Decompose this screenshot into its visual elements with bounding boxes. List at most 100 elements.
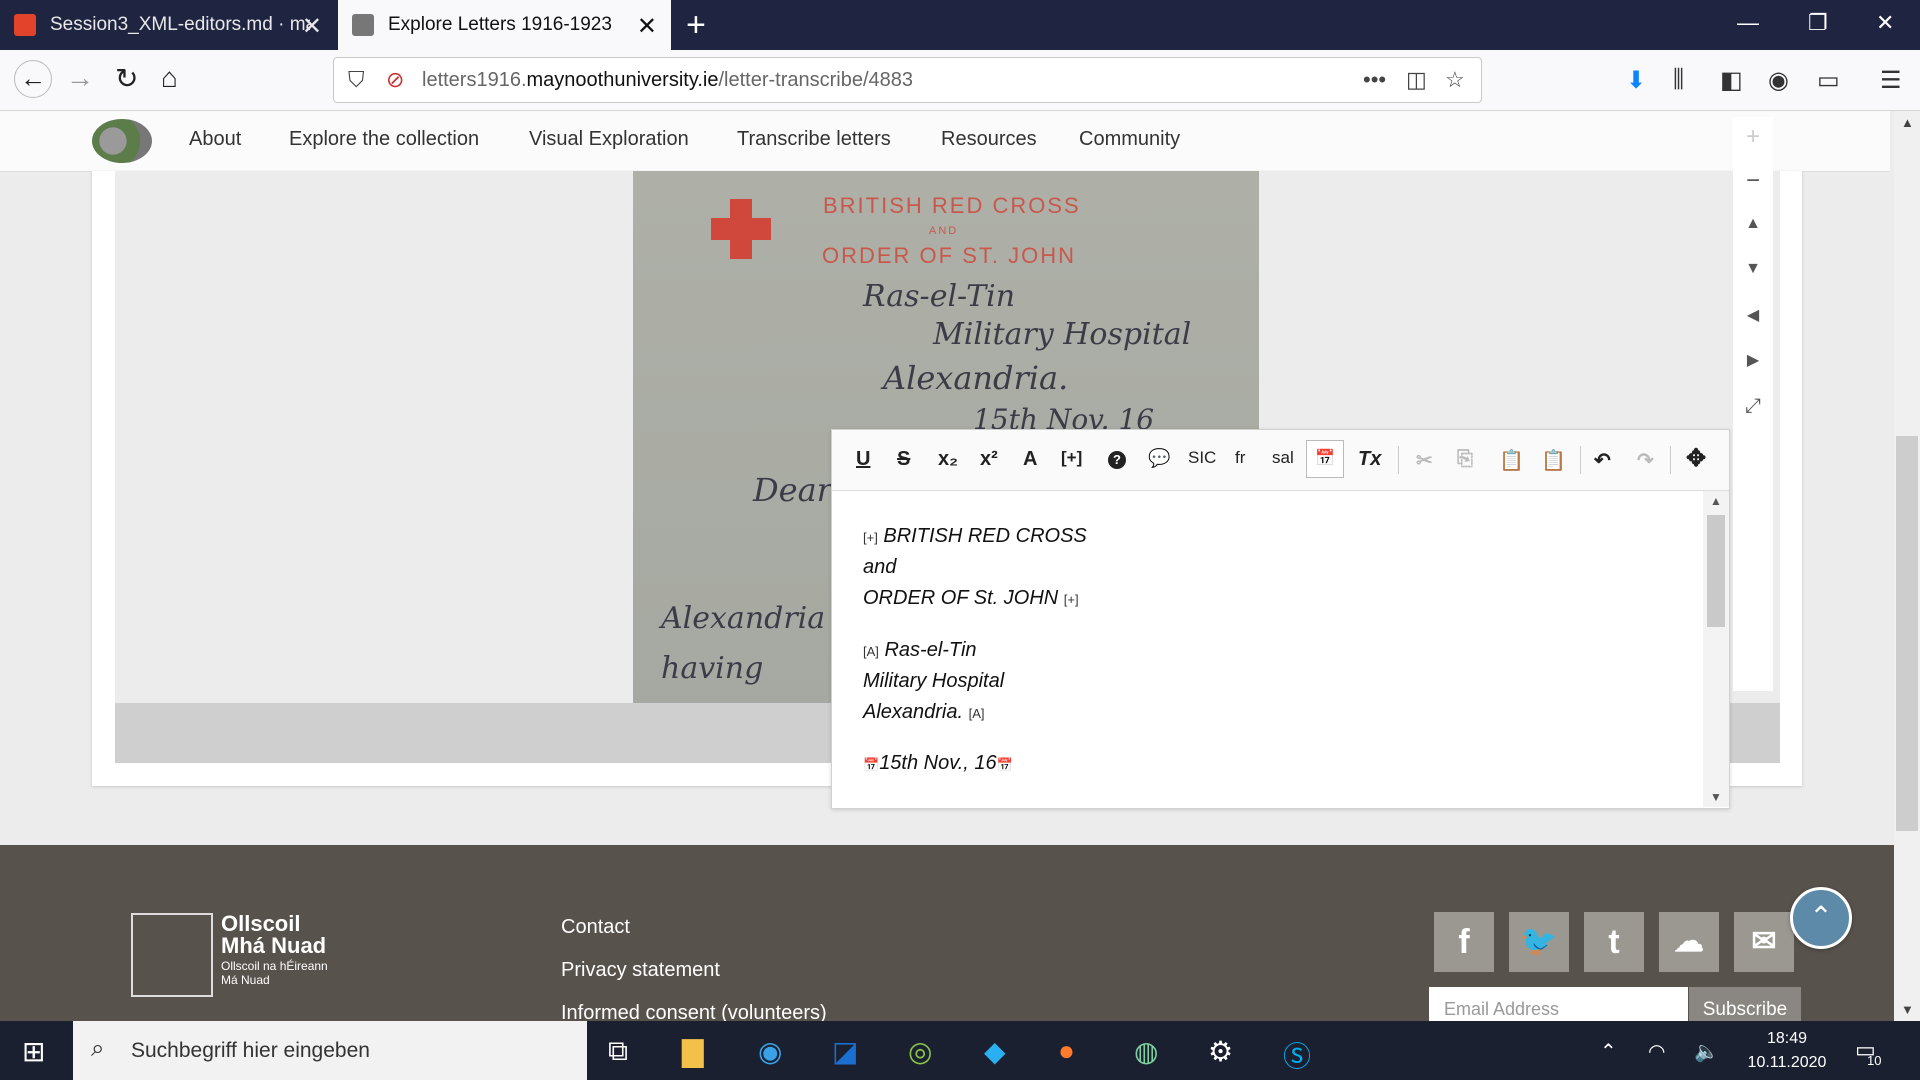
strikethrough-button[interactable]: S <box>897 448 910 471</box>
zoom-in-icon[interactable]: + <box>1742 123 1764 150</box>
redo-button[interactable]: ↷ <box>1637 448 1654 473</box>
paste-button[interactable]: 📋 <box>1499 448 1524 473</box>
footer-link-contact[interactable]: Contact <box>561 916 630 939</box>
menu-about[interactable]: About <box>189 128 241 151</box>
superscript-button[interactable]: x² <box>980 448 998 471</box>
unclear-button[interactable]: ? <box>1108 451 1126 469</box>
handwriting-line: having <box>661 651 764 686</box>
handwriting-line: Alexandria <box>661 601 826 636</box>
shield-icon[interactable]: ⛉ <box>348 67 365 93</box>
move-toolbar-icon[interactable]: ✥ <box>1686 444 1706 473</box>
copy-button[interactable]: ⎘ <box>1457 448 1473 471</box>
page-scroll-thumb[interactable] <box>1896 436 1918 831</box>
tab-explore-letters[interactable]: Explore Letters 1916-1923 ✕ <box>338 0 671 50</box>
menu-icon[interactable]: ☰ <box>1880 66 1902 95</box>
pan-up-icon[interactable]: ▲ <box>1742 215 1764 237</box>
footer-link-privacy[interactable]: Privacy statement <box>561 959 720 982</box>
tray-chevron-icon[interactable]: ⌃ <box>1600 1039 1617 1064</box>
scroll-up-icon[interactable]: ▲ <box>1710 494 1722 508</box>
sic-button[interactable]: SIC <box>1188 448 1216 468</box>
taskbar-search[interactable]: ⌕ Suchbegriff hier eingeben <box>73 1021 587 1080</box>
bookmark-star-icon[interactable]: ☆ <box>1445 67 1465 93</box>
page-scroll-down-icon[interactable]: ▼ <box>1901 1002 1914 1017</box>
email-icon[interactable]: ✉ <box>1734 912 1794 972</box>
cut-button[interactable]: ✂ <box>1416 448 1433 473</box>
account-icon[interactable]: ◉ <box>1768 66 1789 95</box>
restore-icon[interactable]: ❐ <box>1808 10 1828 36</box>
addition-button[interactable]: [+] <box>1061 448 1082 468</box>
subscript-button[interactable]: x₂ <box>938 448 958 471</box>
fullscreen-icon[interactable]: ⤢ <box>1742 395 1764 417</box>
pocket-icon[interactable]: ◫ <box>1406 67 1427 93</box>
page-scrollbar[interactable]: ▲ ▼ <box>1894 111 1920 1021</box>
home-icon[interactable]: ⌂ <box>161 62 178 94</box>
menu-explore-collection[interactable]: Explore the collection <box>289 128 479 151</box>
app-globe-icon[interactable]: ◍ <box>1134 1035 1158 1068</box>
url-bar[interactable]: ⛉ ⊘ letters1916.maynoothuniversity.ie/le… <box>333 57 1482 103</box>
windows-start-icon[interactable]: ⊞ <box>22 1035 45 1068</box>
back-icon[interactable]: ← <box>14 60 52 98</box>
close-window-icon[interactable]: ✕ <box>1876 10 1894 36</box>
site-footer: Ollscoil Mhá Nuad Ollscoil na hÉireann M… <box>0 845 1894 1024</box>
pan-left-icon[interactable]: ◀ <box>1742 305 1764 327</box>
editor-text-area[interactable]: [+] BRITISH RED CROSS and ORDER OF St. J… <box>832 491 1702 807</box>
subscribe-button[interactable]: Subscribe <box>1689 987 1801 1021</box>
file-explorer-icon[interactable]: ▇ <box>682 1035 704 1068</box>
new-tab-icon[interactable]: + <box>686 6 706 45</box>
back-to-top-icon[interactable]: ⌃ <box>1790 887 1852 949</box>
newsletter-email-input[interactable]: Email Address <box>1429 987 1688 1021</box>
pan-right-icon[interactable]: ▶ <box>1742 350 1764 372</box>
twitter-icon[interactable]: 🐦 <box>1509 912 1569 972</box>
gem-app-icon[interactable]: ◆ <box>984 1035 1006 1068</box>
undo-button[interactable]: ↶ <box>1594 448 1611 473</box>
maynooth-university-logo[interactable] <box>131 913 213 997</box>
close-tab-icon[interactable]: ✕ <box>637 12 657 41</box>
qgis-icon[interactable]: ◎ <box>908 1035 932 1068</box>
underline-button[interactable]: U <box>856 448 870 471</box>
comment-button[interactable]: 💬 <box>1148 448 1170 469</box>
reader-icon[interactable]: ▭ <box>1817 66 1840 95</box>
facebook-icon[interactable]: f <box>1434 912 1494 972</box>
firefox-icon[interactable]: ● <box>1058 1035 1075 1067</box>
menu-resources[interactable]: Resources <box>941 128 1037 151</box>
editor-scroll-thumb[interactable] <box>1707 515 1725 627</box>
tumblr-icon[interactable]: t <box>1584 912 1644 972</box>
salute-button[interactable]: sal <box>1272 448 1294 468</box>
task-view-icon[interactable]: ⧉ <box>608 1035 628 1068</box>
minimize-icon[interactable]: — <box>1737 10 1759 36</box>
remove-format-button[interactable]: Tx <box>1358 448 1381 471</box>
close-tab-icon[interactable]: ✕ <box>302 12 322 41</box>
menu-community[interactable]: Community <box>1079 128 1180 151</box>
volume-icon[interactable]: 🔈 <box>1694 1039 1719 1064</box>
transcription-line: and <box>863 556 897 578</box>
soundcloud-icon[interactable]: ☁ <box>1659 912 1719 972</box>
pan-down-icon[interactable]: ▼ <box>1742 260 1764 282</box>
font-button[interactable]: A <box>1023 448 1037 471</box>
letters1916-logo[interactable] <box>92 119 152 163</box>
library-icon[interactable]: ⫼ <box>1673 66 1684 94</box>
settings-icon[interactable]: ⚙ <box>1208 1035 1233 1068</box>
tab-session3[interactable]: Session3_XML-editors.md · ma ✕ <box>0 0 336 50</box>
forward-icon[interactable]: → <box>66 62 94 94</box>
paste-text-button[interactable]: 📋 <box>1541 448 1566 473</box>
page-scroll-up-icon[interactable]: ▲ <box>1901 115 1914 130</box>
transcription-editor[interactable]: U S x₂ x² A [+] ? 💬 SIC fr sal 📅 Tx ✂ ⎘ … <box>831 429 1730 809</box>
downloads-icon[interactable]: ⬇ <box>1626 66 1646 95</box>
editor-scrollbar[interactable]: ▲ ▼ <box>1703 491 1729 807</box>
skype-icon[interactable]: Ⓢ <box>1283 1035 1311 1075</box>
scroll-down-icon[interactable]: ▼ <box>1710 790 1722 804</box>
zoom-out-icon[interactable]: − <box>1742 167 1764 194</box>
url-text[interactable]: letters1916.maynoothuniversity.ie/letter… <box>422 69 913 92</box>
reload-icon[interactable]: ↻ <box>115 62 138 95</box>
sidebar-icon[interactable]: ◧ <box>1720 66 1743 95</box>
date-button[interactable]: 📅 <box>1306 440 1344 478</box>
menu-visual-exploration[interactable]: Visual Exploration <box>529 128 689 151</box>
outlook-icon[interactable]: ◪ <box>832 1035 858 1068</box>
page-actions-icon[interactable]: ••• <box>1363 67 1386 93</box>
app-icon[interactable]: ◉ <box>758 1035 782 1068</box>
menu-transcribe-letters[interactable]: Transcribe letters <box>737 128 891 151</box>
system-clock[interactable]: 18:49 10.11.2020 <box>1742 1027 1832 1075</box>
foreign-button[interactable]: fr <box>1235 448 1245 468</box>
insecure-lock-icon[interactable]: ⊘ <box>386 67 404 93</box>
network-icon[interactable]: ◠ <box>1648 1039 1665 1064</box>
